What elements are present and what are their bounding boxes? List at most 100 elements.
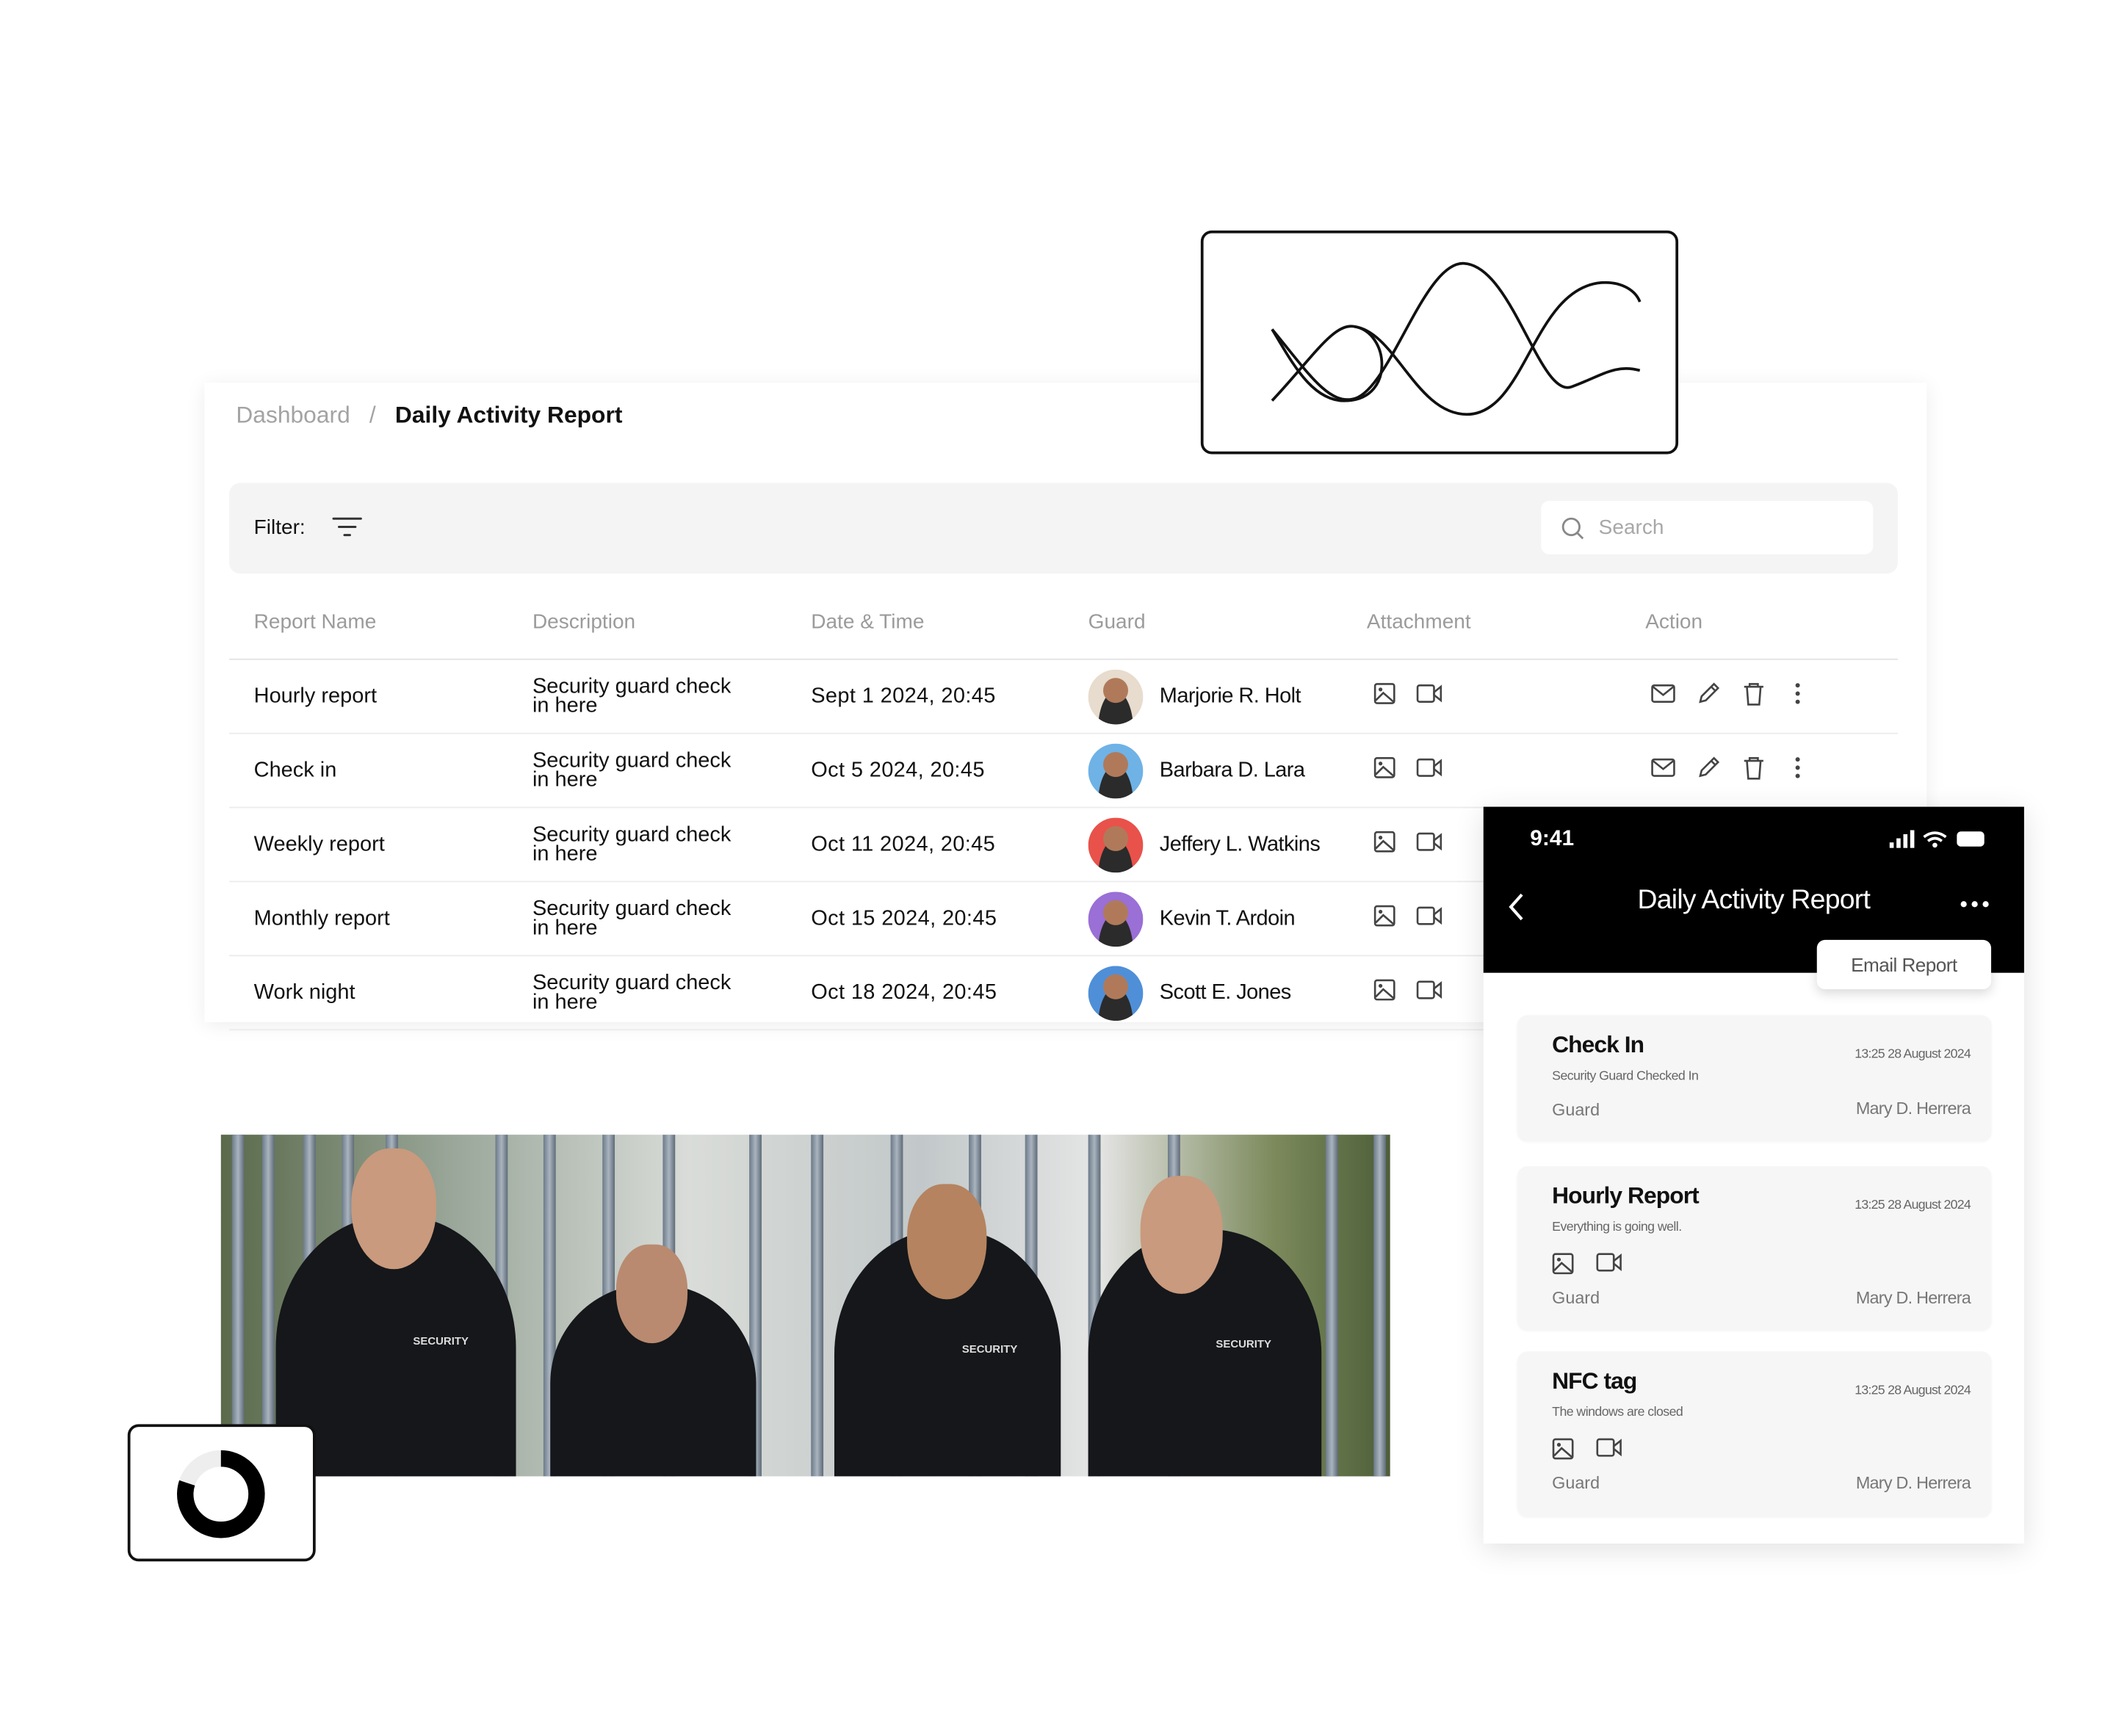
more-actions-icon[interactable] — [1795, 682, 1800, 711]
avatar — [1088, 891, 1144, 947]
guard-name: Marjorie R. Holt — [1159, 684, 1301, 708]
signature-image — [1271, 261, 1642, 416]
image-attachment-icon[interactable] — [1373, 830, 1395, 858]
video-attachment-icon[interactable] — [1416, 683, 1443, 709]
filter-bar: Filter: — [229, 482, 1898, 574]
status-time: 9:41 — [1530, 827, 1575, 851]
column-header[interactable]: Description — [532, 610, 635, 634]
column-header[interactable]: Report Name — [254, 610, 377, 634]
status-icons — [1889, 830, 1985, 848]
activity-subtitle: The windows are closed — [1552, 1405, 1683, 1420]
security-team-photo: SECURITY SECURITY SECURITY — [220, 1135, 1390, 1477]
video-attachment-icon[interactable] — [1416, 905, 1443, 931]
report-name: Weekly report — [253, 832, 385, 856]
edit-icon[interactable] — [1696, 755, 1721, 786]
jacket-text: SECURITY — [413, 1334, 469, 1348]
breadcrumb-dashboard-link[interactable]: Dashboard — [236, 402, 350, 429]
guard-label: Guard — [1552, 1100, 1600, 1120]
filter-label: Filter: — [253, 516, 306, 540]
edit-icon[interactable] — [1696, 681, 1721, 712]
image-attachment-icon[interactable] — [1373, 682, 1395, 711]
video-attachment-icon[interactable] — [1416, 980, 1443, 1005]
column-header[interactable]: Action — [1645, 610, 1702, 634]
delete-icon[interactable] — [1743, 681, 1765, 712]
mobile-title: Daily Activity Report — [1637, 885, 1871, 916]
video-attachment-icon[interactable] — [1596, 1438, 1623, 1466]
delete-icon[interactable] — [1743, 755, 1765, 786]
report-description: Security guard check in here — [532, 748, 732, 792]
guard-name: Kevin T. Ardoin — [1159, 906, 1296, 930]
guard-name: Mary D. Herrera — [1855, 1288, 1971, 1308]
table-row[interactable]: Hourly report Security guard check in her… — [229, 660, 1898, 734]
guard-cell: Scott E. Jones — [1088, 955, 1363, 1030]
jacket-text: SECURITY — [1216, 1337, 1271, 1350]
avatar — [1088, 668, 1144, 724]
report-description: Security guard check in here — [532, 970, 732, 1013]
column-header[interactable]: Date & Time — [811, 610, 924, 634]
activity-card[interactable]: NFC tag 13:25 28 August 2024 The windows… — [1517, 1351, 1992, 1516]
activity-date: 13:25 28 August 2024 — [1855, 1383, 1971, 1398]
activity-card[interactable]: Check In 13:25 28 August 2024 Security G… — [1517, 1015, 1992, 1140]
report-description: Security guard check in here — [532, 896, 732, 939]
video-attachment-icon[interactable] — [1596, 1253, 1623, 1281]
guard-cell: Kevin T. Ardoin — [1088, 881, 1363, 955]
guard-label: Guard — [1552, 1288, 1600, 1308]
signature-box — [1200, 230, 1679, 455]
avatar — [1088, 742, 1144, 798]
image-attachment-icon[interactable] — [1552, 1253, 1574, 1281]
report-description: Security guard check in here — [532, 822, 732, 866]
table-row[interactable]: Check in Security guard check in here Oct… — [229, 734, 1898, 809]
page-title: Daily Activity Report — [394, 402, 623, 428]
search-icon — [1561, 516, 1584, 539]
search-box[interactable] — [1541, 500, 1874, 554]
report-datetime: Sept 1 2024, 20:45 — [811, 684, 996, 708]
breadcrumb: Dashboard / Daily Activity Report — [236, 402, 622, 429]
email-report-button[interactable]: Email Report — [1816, 939, 1992, 990]
report-name: Hourly report — [253, 684, 378, 708]
video-attachment-icon[interactable] — [1416, 757, 1443, 783]
report-name: Work night — [253, 980, 355, 1004]
donut-chart-card — [127, 1424, 316, 1562]
activity-title: Hourly Report — [1552, 1182, 1700, 1209]
avatar — [1088, 817, 1144, 872]
report-name: Check in — [253, 758, 337, 782]
jacket-text: SECURITY — [961, 1343, 1018, 1356]
mobile-app-screen: 9:41 Daily Activity Report Email Report … — [1483, 806, 2024, 1544]
avatar — [1088, 965, 1144, 1021]
guard-cell: Marjorie R. Holt — [1088, 659, 1363, 734]
activity-subtitle: Everything is going well. — [1552, 1220, 1682, 1235]
guard-name: Jeffery L. Watkins — [1159, 832, 1321, 856]
image-attachment-icon[interactable] — [1552, 1438, 1574, 1466]
guard-cell: Barbara D. Lara — [1088, 734, 1363, 808]
more-actions-icon[interactable] — [1795, 756, 1800, 784]
report-datetime: Oct 11 2024, 20:45 — [811, 832, 996, 856]
activity-subtitle: Security Guard Checked In — [1552, 1068, 1699, 1085]
image-attachment-icon[interactable] — [1373, 756, 1395, 784]
activity-title: NFC tag — [1552, 1367, 1637, 1395]
report-description: Security guard check in here — [532, 674, 732, 717]
report-datetime: Oct 5 2024, 20:45 — [811, 758, 985, 782]
more-options-icon[interactable] — [1960, 900, 1990, 908]
email-icon[interactable] — [1651, 683, 1676, 709]
guard-label: Guard — [1552, 1473, 1600, 1493]
activity-date: 13:25 28 August 2024 — [1855, 1046, 1971, 1063]
image-attachment-icon[interactable] — [1373, 978, 1395, 1007]
report-name: Monthly report — [253, 906, 390, 930]
report-datetime: Oct 15 2024, 20:45 — [811, 906, 997, 930]
image-attachment-icon[interactable] — [1373, 904, 1395, 933]
donut-chart — [177, 1450, 265, 1538]
filter-icon[interactable] — [332, 516, 362, 545]
guard-cell: Jeffery L. Watkins — [1088, 808, 1363, 882]
activity-date: 13:25 28 August 2024 — [1855, 1198, 1971, 1213]
guard-name: Barbara D. Lara — [1159, 758, 1305, 782]
email-icon[interactable] — [1651, 757, 1676, 783]
column-header[interactable]: Attachment — [1367, 610, 1471, 634]
report-datetime: Oct 18 2024, 20:45 — [811, 980, 997, 1004]
guard-name: Mary D. Herrera — [1855, 1473, 1971, 1493]
guard-name: Mary D. Herrera — [1855, 1099, 1971, 1118]
activity-card[interactable]: Hourly Report 13:25 28 August 2024 Every… — [1517, 1166, 1992, 1330]
search-input[interactable] — [1598, 516, 1846, 540]
video-attachment-icon[interactable] — [1416, 831, 1443, 857]
guard-name: Scott E. Jones — [1159, 980, 1291, 1004]
column-header[interactable]: Guard — [1088, 610, 1146, 634]
